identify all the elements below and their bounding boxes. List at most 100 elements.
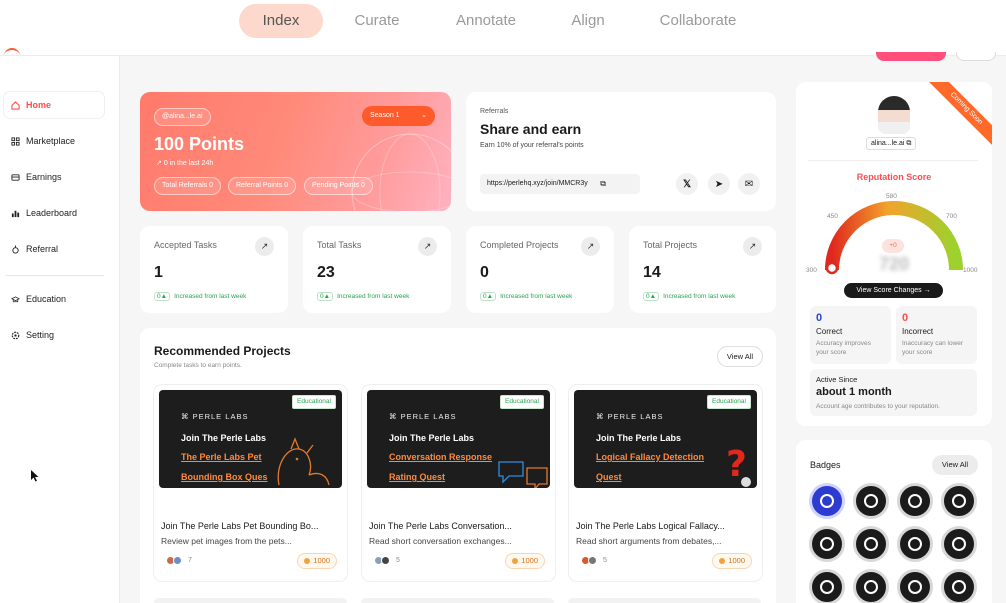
telegram-share-button[interactable]: ➤: [708, 173, 730, 195]
x-share-button[interactable]: 𝕏: [676, 173, 698, 195]
sidebar-item-label: Marketplace: [26, 136, 76, 146]
brand-logo-icon[interactable]: [4, 48, 20, 56]
brain-badge-icon[interactable]: [809, 526, 845, 562]
stat-value: 1: [154, 264, 163, 281]
sidebar-item-home[interactable]: Home: [4, 92, 104, 118]
banner-quest-line1: Conversation Response: [389, 452, 493, 462]
referral-link-field[interactable]: https://perlehq.xyz/join/MMCR3y ⧉: [480, 174, 640, 194]
stat-title: Accepted Tasks: [154, 240, 217, 250]
email-share-button[interactable]: ✉: [738, 173, 760, 195]
tab-align[interactable]: Align: [560, 4, 616, 38]
project-name: Join The Perle Labs Conversation...: [369, 521, 512, 531]
runner-badge-icon[interactable]: [853, 526, 889, 562]
arrow-up-right-icon[interactable]: ↗: [255, 237, 274, 256]
project-card[interactable]: ⌘ PERLE LABS Join The Perle Labs The Per…: [154, 385, 347, 581]
correct-label: Correct: [816, 327, 843, 336]
sidebar-item-marketplace[interactable]: Marketplace: [4, 128, 104, 154]
gauge-tick: 700: [946, 213, 957, 220]
stat-value: 14: [643, 264, 661, 281]
sidebar-item-label: Education: [26, 294, 67, 304]
header-action-button[interactable]: [876, 52, 946, 61]
mail-icon: ✉: [744, 178, 754, 190]
referral-title: Share and earn: [480, 121, 582, 137]
shield-badge-icon[interactable]: [897, 569, 933, 603]
educational-tag: Educational: [500, 395, 544, 409]
correct-desc: Accuracy improves: [816, 340, 871, 347]
books-badge-icon[interactable]: [897, 483, 933, 519]
sidebar-item-referral[interactable]: Referral: [4, 236, 104, 262]
earnings-icon: [11, 173, 20, 182]
arrow-up-right-icon[interactable]: ↗: [581, 237, 600, 256]
header-user-button[interactable]: [956, 52, 996, 61]
sidebar-item-setting[interactable]: Setting: [4, 322, 104, 348]
project-banner: ? ⌘ PERLE LABS Join The Perle Labs Logic…: [574, 390, 757, 488]
gauge-tick: 450: [827, 213, 838, 220]
copy-icon[interactable]: ⧉: [906, 140, 911, 147]
points-value: 100 Points: [154, 134, 245, 154]
perle-labs-logo: ⌘ PERLE LABS: [181, 412, 249, 421]
sidebar-item-education[interactable]: Education: [4, 286, 104, 312]
pending-points-chip: Pending Points 0: [304, 177, 373, 195]
copy-icon[interactable]: ⧉: [600, 174, 606, 194]
telegram-icon: ➤: [714, 178, 724, 190]
stat-delta: 0▲ Increased from last week: [154, 292, 246, 301]
referral-card: Referrals Share and earn Earn 10% of you…: [466, 92, 776, 211]
sidebar-item-earnings[interactable]: Earnings: [4, 164, 104, 190]
gauge-tick: 580: [886, 193, 897, 200]
project-card[interactable]: ? ⌘ PERLE LABS Join The Perle Labs Logic…: [569, 385, 762, 581]
x-logo-icon: 𝕏: [682, 178, 692, 190]
avatar: [878, 96, 910, 134]
planet-badge-icon[interactable]: [809, 569, 845, 603]
referral-kicker: Referrals: [480, 108, 509, 115]
decorative-sphere: [351, 133, 451, 211]
hiker-badge-icon[interactable]: [941, 526, 977, 562]
active-since-label: Active Since: [816, 375, 858, 384]
coin-icon: [719, 558, 726, 565]
arrow-up-right-icon[interactable]: ↗: [418, 237, 437, 256]
correct-desc: your score: [816, 349, 847, 356]
season-dropdown[interactable]: Season 1 ⌄: [362, 106, 435, 126]
season-label: Season 1: [370, 112, 400, 119]
section-subtitle: Complete tasks to earn points.: [154, 362, 242, 369]
diver-badge-icon[interactable]: [897, 526, 933, 562]
project-banner: ⌘ PERLE LABS Join The Perle Labs The Per…: [159, 390, 342, 488]
project-name: Join The Perle Labs Logical Fallacy...: [576, 521, 725, 531]
view-all-projects-button[interactable]: View All: [717, 346, 763, 367]
trophy-badge-icon[interactable]: [941, 569, 977, 603]
view-all-badges-button[interactable]: View All: [932, 455, 978, 475]
verified-badge-icon[interactable]: [809, 483, 845, 519]
tab-annotate[interactable]: Annotate: [446, 4, 526, 38]
banner-heading: Join The Perle Labs: [389, 433, 475, 443]
scholar-badge-icon[interactable]: [853, 569, 889, 603]
banner-quest-line2: Quest: [596, 472, 622, 482]
view-score-changes-button[interactable]: View Score Changes →: [844, 283, 943, 298]
project-name: Join The Perle Labs Pet Bounding Bo...: [161, 521, 319, 531]
top-nav: Index Curate Annotate Align Collaborate: [0, 0, 1006, 61]
tab-collaborate[interactable]: Collaborate: [650, 4, 746, 38]
delta-badge: 0▲: [643, 292, 660, 301]
team-badge-icon[interactable]: [853, 483, 889, 519]
perle-logo-icon: ⌘: [389, 412, 401, 421]
tab-curate[interactable]: Curate: [342, 4, 412, 38]
arrow-up-right-icon[interactable]: ↗: [743, 237, 762, 256]
stat-title: Total Projects: [643, 240, 698, 250]
reputation-score: 720: [878, 254, 910, 274]
points-card: @alina...le.ai Season 1 ⌄ 100 Points ↗ 0 …: [140, 92, 451, 211]
referral-icon: [11, 244, 20, 254]
sidebar-item-label: Leaderboard: [26, 208, 78, 218]
sidebar-item-leaderboard[interactable]: Leaderboard: [4, 200, 104, 226]
correct-value: 0: [816, 312, 823, 324]
chat-bubbles-illustration: [498, 461, 548, 488]
incorrect-desc: Inaccuracy can lower: [902, 340, 964, 347]
avatar: [588, 556, 597, 565]
sidebar-item-label: Home: [26, 100, 52, 110]
project-card[interactable]: ⌘ PERLE LABS Join The Perle Labs Convers…: [362, 385, 555, 581]
banner-quest-line2: Bounding Box Ques: [181, 472, 268, 482]
profile-divider: [808, 160, 978, 161]
medic-badge-icon[interactable]: [941, 483, 977, 519]
participant-count: 5: [603, 557, 607, 564]
sidebar: Home Marketplace Earnings Leaderboard Re…: [0, 56, 120, 603]
coin-icon: [304, 558, 311, 565]
tab-index[interactable]: Index: [239, 4, 323, 38]
trend-up-icon: ↗: [156, 160, 164, 167]
